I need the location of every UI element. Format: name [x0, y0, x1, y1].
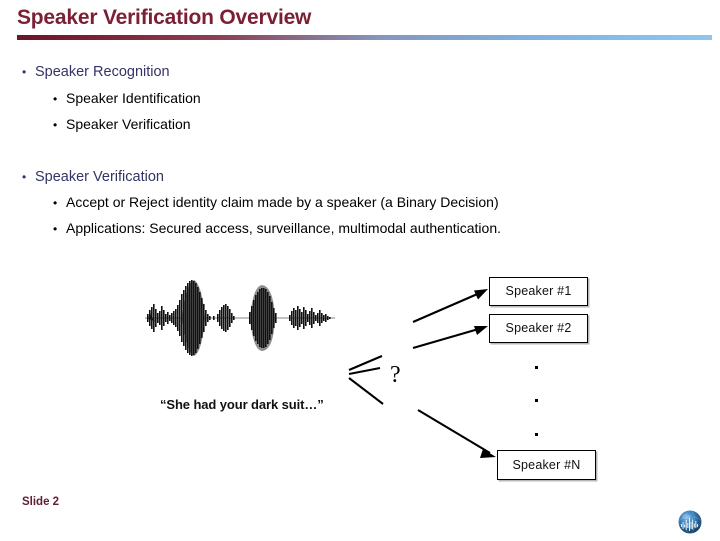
bullet-marker-icon: •	[53, 196, 58, 210]
bullet-level2-label: Applications: Secured access, surveillan…	[66, 220, 502, 236]
arrow-to-speaker-1	[412, 289, 488, 323]
bullet-marker-icon: •	[22, 170, 27, 184]
bullet-level2-speaker-verification: • Speaker Verification	[53, 116, 191, 132]
bullet-level2-label: Speaker Verification	[66, 116, 191, 132]
speaker-box-2-label: Speaker #2	[505, 321, 572, 336]
speaker-verification-diagram	[0, 252, 720, 492]
ellipsis-dot	[535, 433, 538, 436]
bullet-level2-applications: • Applications: Secured access, surveilla…	[53, 220, 501, 236]
branch-fan-icon	[348, 355, 384, 405]
bullet-level1-speaker-recognition: • Speaker Recognition	[22, 64, 170, 80]
speaker-box-n[interactable]: Speaker #N	[497, 450, 596, 480]
bullet-marker-icon: •	[53, 222, 58, 236]
ellipsis-dot	[535, 399, 538, 402]
speaker-box-1-label: Speaker #1	[505, 284, 572, 299]
globe-waveform-logo-icon	[676, 508, 704, 536]
bullet-level1-label: Speaker Recognition	[35, 64, 170, 80]
speaker-box-2[interactable]: Speaker #2	[489, 314, 588, 343]
ellipsis-dot	[535, 366, 538, 369]
bullet-marker-icon: •	[53, 118, 58, 132]
title-divider-rule	[17, 35, 712, 40]
bullet-level2-label: Speaker Identification	[66, 90, 201, 106]
bullet-level2-speaker-identification: • Speaker Identification	[53, 90, 201, 106]
slide-number: Slide 2	[22, 496, 60, 508]
speaker-box-1[interactable]: Speaker #1	[489, 277, 588, 306]
bullet-level2-label: Accept or Reject identity claim made by …	[66, 194, 499, 210]
bullet-level1-label: Speaker Verification	[35, 169, 164, 185]
bullet-marker-icon: •	[22, 65, 27, 79]
question-mark-label: ?	[390, 362, 401, 388]
arrow-to-speaker-n	[417, 409, 496, 458]
waveform-caption: “She had your dark suit…”	[160, 397, 324, 412]
speaker-box-n-label: Speaker #N	[512, 457, 581, 472]
bullet-level1-speaker-verification: • Speaker Verification	[22, 169, 164, 185]
speech-waveform-icon	[145, 280, 335, 356]
bullet-marker-icon: •	[53, 92, 58, 106]
arrow-to-speaker-2	[412, 326, 488, 350]
bullet-level2-accept-or-reject: • Accept or Reject identity claim made by…	[53, 194, 499, 210]
page-title: Speaker Verification Overview	[17, 6, 312, 29]
